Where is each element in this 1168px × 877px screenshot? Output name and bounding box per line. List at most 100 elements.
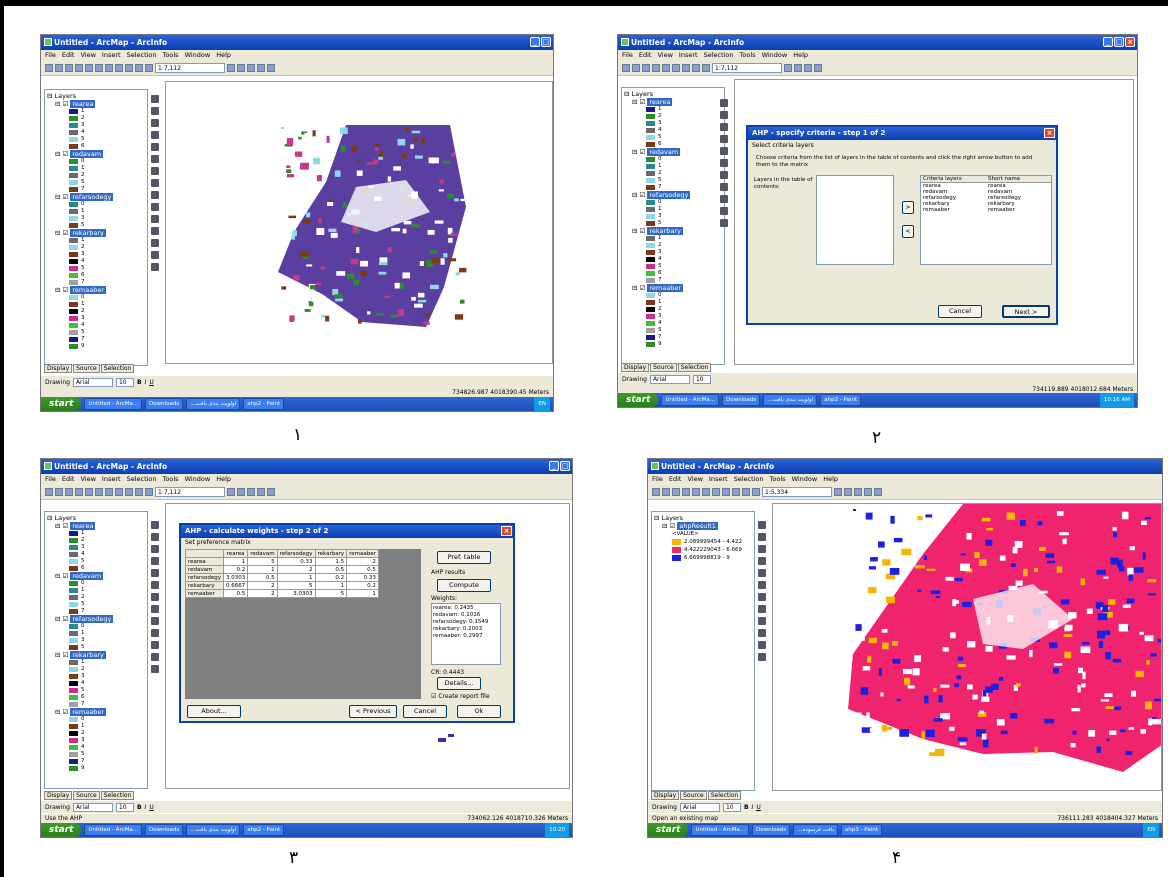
new-icon[interactable] — [45, 64, 53, 72]
menu-file[interactable]: File — [45, 474, 56, 485]
new-icon[interactable] — [622, 64, 630, 72]
measure-icon[interactable] — [151, 251, 159, 259]
measure-icon[interactable] — [720, 219, 728, 227]
measure-icon[interactable] — [151, 653, 159, 661]
font-size-select[interactable]: 10 — [692, 374, 711, 384]
print-icon[interactable] — [682, 488, 690, 496]
layer-remaaber[interactable]: ⊟ ☑ remaaber — [624, 284, 722, 292]
layer-name[interactable]: redavam — [70, 150, 104, 158]
matrix-cell[interactable]: 2 — [247, 581, 278, 590]
whats-this-icon[interactable] — [267, 64, 275, 72]
layer-name[interactable]: refarsodegy — [70, 615, 114, 623]
dialog-close-button[interactable]: × — [1044, 128, 1055, 138]
taskbar-item-arcmap[interactable]: Untitled - ArcMa... — [661, 394, 720, 406]
zoom-out-icon[interactable] — [151, 107, 159, 115]
hyperlink-icon[interactable] — [151, 239, 159, 247]
zoom-in-icon[interactable] — [151, 95, 159, 103]
hyperlink-icon[interactable] — [758, 641, 766, 649]
find-icon[interactable] — [151, 227, 159, 235]
menu-tools[interactable]: Tools — [740, 50, 756, 61]
ahp-icon[interactable] — [257, 488, 265, 496]
menu-help[interactable]: Help — [216, 50, 231, 61]
menu-edit[interactable]: Edit — [62, 474, 75, 485]
start-button[interactable]: start — [618, 393, 659, 407]
menu-file[interactable]: File — [622, 50, 633, 61]
underline-icon[interactable]: U — [149, 379, 153, 386]
tab-selection[interactable]: Selection — [707, 791, 742, 800]
tab-display[interactable]: Display — [44, 364, 73, 373]
undo-icon[interactable] — [125, 488, 133, 496]
layer-name[interactable]: rearea — [647, 98, 673, 106]
menu-window[interactable]: Window — [185, 474, 211, 485]
ahp-icon[interactable] — [864, 488, 872, 496]
menu-view[interactable]: View — [80, 474, 95, 485]
ok-button[interactable]: Ok — [457, 705, 501, 718]
drawing-menu[interactable]: Drawing — [45, 379, 70, 386]
paste-icon[interactable] — [105, 488, 113, 496]
layer-remaaber[interactable]: ⊟ ☑ remaaber — [47, 708, 145, 716]
forward-icon[interactable] — [720, 171, 728, 179]
menu-help[interactable]: Help — [793, 50, 808, 61]
undo-icon[interactable] — [732, 488, 740, 496]
taskbar-item-downloads[interactable]: Downloads — [145, 824, 184, 836]
matrix-cell[interactable]: 0.5 — [346, 565, 379, 574]
layer-name[interactable]: rearea — [70, 100, 96, 108]
back-icon[interactable] — [151, 581, 159, 589]
layer-redavam[interactable]: ⊟ ☑ redavam — [47, 150, 145, 158]
forward-icon[interactable] — [151, 179, 159, 187]
paste-icon[interactable] — [105, 64, 113, 72]
preference-matrix[interactable]: rearea redavam refarsodegy rekarbary remaabe… — [185, 549, 379, 598]
scale-input[interactable]: 1:7,112 — [712, 63, 782, 73]
layers-root[interactable]: ⊟ Layers — [654, 514, 752, 522]
fixed-zoom-out-icon[interactable] — [151, 131, 159, 139]
tab-source[interactable]: Source — [73, 364, 100, 373]
maximize-button[interactable]: □ — [541, 37, 551, 47]
layer-rekarbary[interactable]: ⊟ ☑ rekarbary — [47, 229, 145, 237]
drawing-menu[interactable]: Drawing — [45, 804, 70, 811]
matrix-cell[interactable]: 0.5 — [222, 589, 249, 598]
menu-window[interactable]: Window — [792, 474, 818, 485]
measure-icon[interactable] — [758, 653, 766, 661]
arctoolbox-icon[interactable] — [794, 64, 802, 72]
layer-ahpresult1[interactable]: ⊟ ☑ ahpResult1 — [654, 522, 752, 530]
menu-file[interactable]: File — [652, 474, 663, 485]
zoom-out-icon[interactable] — [151, 533, 159, 541]
menu-view[interactable]: View — [687, 474, 702, 485]
delete-icon[interactable] — [115, 64, 123, 72]
tab-selection[interactable]: Selection — [100, 364, 135, 373]
font-name-select[interactable]: Arial — [72, 377, 113, 387]
menu-insert[interactable]: Insert — [102, 474, 121, 485]
cut-icon[interactable] — [662, 64, 670, 72]
layer-icon[interactable] — [247, 64, 255, 72]
cancel-button[interactable]: Cancel — [403, 705, 447, 718]
layer-refarsodegy[interactable]: ⊟ ☑ refarsodegy — [47, 193, 145, 201]
taskbar-item-document[interactable]: ...بافت فرسوده — [793, 824, 838, 836]
next-button[interactable]: Next > — [1002, 305, 1050, 318]
new-icon[interactable] — [45, 488, 53, 496]
drawing-menu[interactable]: Drawing — [652, 804, 677, 811]
save-icon[interactable] — [642, 64, 650, 72]
lightning-icon[interactable] — [151, 263, 159, 271]
taskbar-item-document[interactable]: ...اولویت بندی بافت — [186, 824, 241, 836]
criteria-row[interactable]: remaaber remaaber — [921, 207, 1051, 213]
font-name-select[interactable]: Arial — [679, 802, 720, 812]
menu-window[interactable]: Window — [185, 50, 211, 61]
whats-this-icon[interactable] — [814, 64, 822, 72]
cut-icon[interactable] — [692, 488, 700, 496]
menu-edit[interactable]: Edit — [62, 50, 75, 61]
layer-name[interactable]: rearea — [70, 522, 96, 530]
save-icon[interactable] — [65, 64, 73, 72]
layer-name[interactable]: remaaber — [70, 286, 107, 294]
bold-icon[interactable]: B — [137, 379, 142, 386]
drawing-menu[interactable]: Drawing — [622, 376, 647, 383]
full-extent-icon[interactable] — [720, 147, 728, 155]
matrix-cell[interactable]: 5 — [247, 557, 278, 566]
remove-criteria-button[interactable]: < — [902, 225, 914, 238]
delete-icon[interactable] — [115, 488, 123, 496]
taskbar-item-paint[interactable]: ahp2 - Paint — [243, 398, 285, 410]
menu-tools[interactable]: Tools — [163, 474, 179, 485]
bold-icon[interactable]: B — [137, 804, 142, 811]
add-data-icon[interactable] — [702, 64, 710, 72]
arctoolbox-icon[interactable] — [237, 64, 245, 72]
matrix-cell[interactable]: 0.2 — [222, 565, 249, 574]
